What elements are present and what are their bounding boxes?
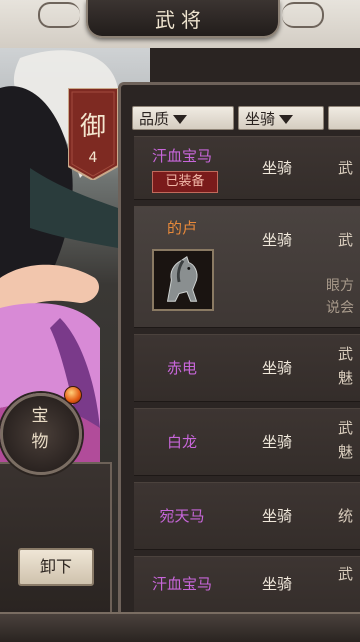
dropdown-arrow-icon	[279, 115, 294, 124]
scroll-ornament-left	[38, 2, 80, 28]
quality-filter-label: 品质	[139, 110, 170, 128]
rank-title: 御	[79, 112, 106, 142]
type-filter-label: 坐骑	[245, 110, 276, 128]
item-name: 汗血宝马	[151, 575, 212, 593]
unequip-button[interactable]: 卸下	[18, 548, 94, 586]
list-item[interactable]: 汗血宝马 坐骑 武	[134, 556, 360, 612]
page-title: 武将	[155, 8, 207, 32]
item-stat: 武	[338, 565, 354, 583]
item-type: 坐骑	[262, 231, 293, 249]
item-description: 眼方 说会	[326, 278, 354, 316]
quality-filter-dropdown[interactable]: 品质	[132, 106, 234, 130]
item-stat: 武	[338, 159, 354, 177]
equipped-badge: 已装备	[152, 171, 218, 193]
item-list: 汗血宝马 已装备 坐骑 武 的卢 坐骑 武 眼方 说会 赤电 坐骑 武 魅 白龙…	[134, 136, 360, 612]
item-name: 赤电	[166, 359, 197, 377]
treasure-label: 宝 物	[31, 406, 49, 452]
item-stat: 武	[338, 419, 354, 437]
item-type: 坐骑	[262, 575, 293, 593]
dropdown-arrow-icon	[173, 115, 188, 124]
item-name: 白龙	[166, 433, 197, 451]
scroll-ornament-right	[282, 2, 324, 28]
list-item[interactable]: 赤电 坐骑 武 魅	[134, 334, 360, 402]
item-name: 宛天马	[159, 507, 205, 525]
list-item[interactable]: 宛天马 坐骑 统	[134, 482, 360, 550]
list-item[interactable]: 的卢 坐骑 武 眼方 说会	[134, 206, 360, 328]
type-filter-dropdown[interactable]: 坐骑	[238, 106, 324, 130]
item-type: 坐骑	[262, 159, 293, 177]
list-item[interactable]: 汗血宝马 已装备 坐骑 武	[134, 136, 360, 200]
item-stat: 魅	[338, 369, 354, 387]
item-stat: 武	[338, 345, 354, 363]
item-name: 的卢	[166, 219, 197, 237]
item-stat: 统	[338, 507, 354, 525]
item-type: 坐骑	[262, 433, 293, 451]
equipment-slot-panel	[0, 462, 112, 616]
bottom-frame	[0, 612, 360, 642]
horse-icon	[152, 249, 214, 311]
list-item[interactable]: 白龙 坐骑 武 魅	[134, 408, 360, 476]
rank-level: 4	[88, 150, 98, 166]
item-type: 坐骑	[262, 507, 293, 525]
item-name: 汗血宝马	[151, 147, 212, 165]
attribute-filter-dropdown[interactable]	[328, 106, 360, 130]
item-stat: 武	[338, 231, 354, 249]
item-stat: 魅	[338, 443, 354, 461]
notification-dot-icon	[64, 386, 82, 404]
item-type: 坐骑	[262, 359, 293, 377]
